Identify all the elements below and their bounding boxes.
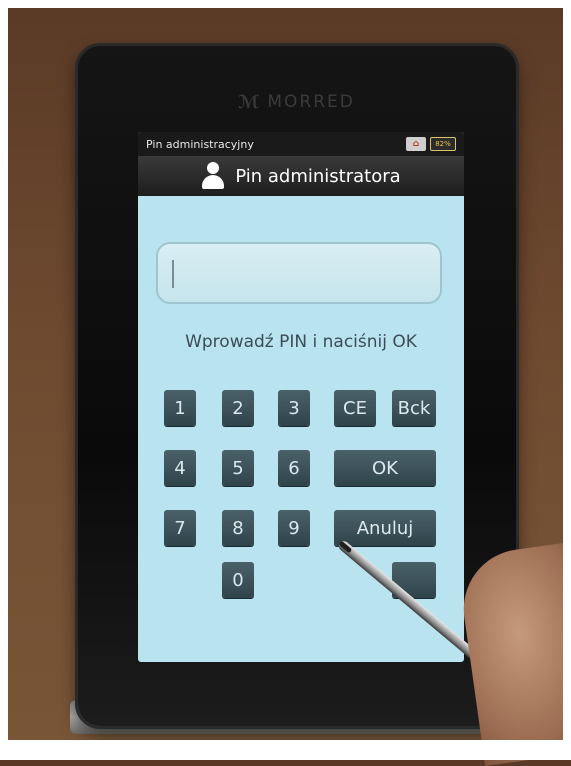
backspace-button[interactable]: Bck xyxy=(392,390,436,426)
key-1[interactable]: 1 xyxy=(164,390,196,426)
status-title: Pin administracyjny xyxy=(146,137,254,151)
key-7[interactable]: 7 xyxy=(164,510,196,546)
status-icons: ⌂ 82% xyxy=(406,137,456,151)
user-icon xyxy=(201,162,225,190)
key-4[interactable]: 4 xyxy=(164,450,196,486)
key-5[interactable]: 5 xyxy=(222,450,254,486)
battery-level: 82% xyxy=(435,140,451,148)
instruction-text: Wprowadź PIN i naciśnij OK xyxy=(185,332,417,352)
text-cursor xyxy=(172,260,174,288)
key-2[interactable]: 2 xyxy=(222,390,254,426)
pin-input[interactable] xyxy=(156,242,442,304)
brand-mark-icon: ℳ xyxy=(238,91,262,113)
key-9[interactable]: 9 xyxy=(278,510,310,546)
brand-name: MORRED xyxy=(267,92,355,112)
key-6[interactable]: 6 xyxy=(278,450,310,486)
page-title: Pin administratora xyxy=(235,165,401,187)
ok-button[interactable]: OK xyxy=(334,450,436,486)
cancel-button[interactable]: Anuluj xyxy=(334,510,436,546)
touch-screen: Pin administracyjny ⌂ 82% Pin administra… xyxy=(138,132,464,662)
battery-icon: 82% xyxy=(430,137,456,151)
lock-status-icon: ⌂ xyxy=(406,137,426,151)
status-bar: Pin administracyjny ⌂ 82% xyxy=(138,132,464,156)
key-8[interactable]: 8 xyxy=(222,510,254,546)
clear-entry-button[interactable]: CE xyxy=(334,390,376,426)
key-3[interactable]: 3 xyxy=(278,390,310,426)
page-title-bar: Pin administratora xyxy=(138,156,464,196)
device-brand-logo: ℳ MORRED xyxy=(238,90,378,114)
key-0[interactable]: 0 xyxy=(222,562,254,598)
